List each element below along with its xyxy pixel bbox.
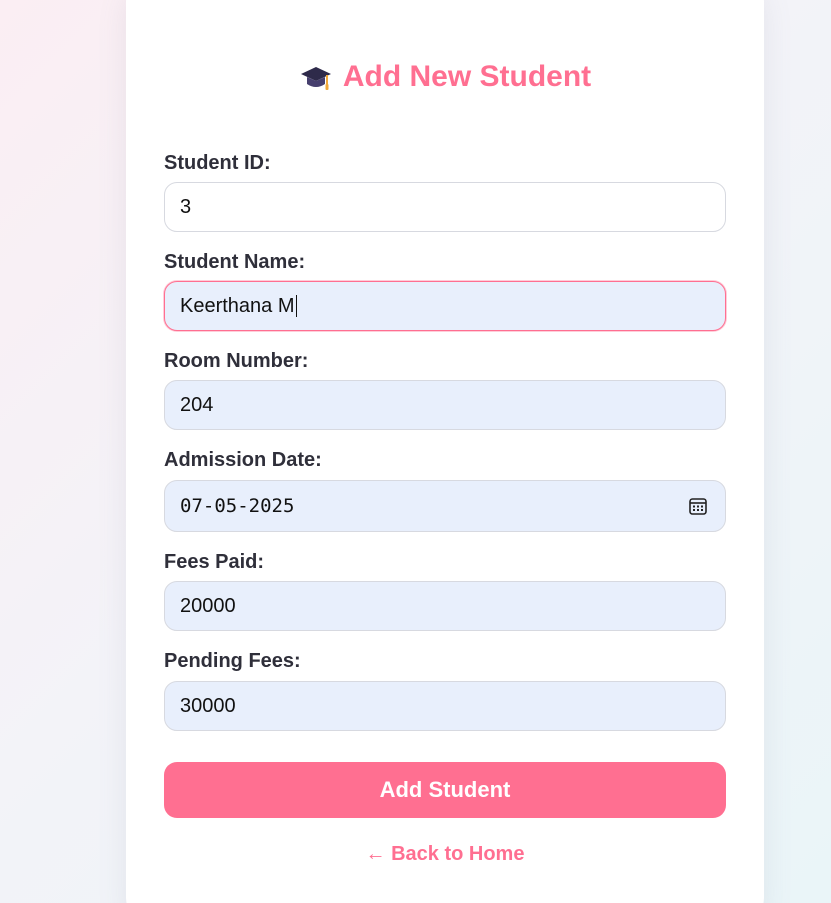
fees-paid-input[interactable]: 20000 xyxy=(164,581,726,631)
text-caret xyxy=(295,295,298,317)
add-student-button[interactable]: Add Student xyxy=(164,762,726,818)
fees-paid-value: 20000 xyxy=(180,594,236,617)
student-id-value: 3 xyxy=(180,195,192,218)
page-title: Add New Student xyxy=(126,57,764,97)
page-title-text: Add New Student xyxy=(342,60,592,93)
room-number-label: Room Number: xyxy=(164,350,309,372)
student-id-label: Student ID: xyxy=(164,152,271,174)
student-name-value: Keerthana M xyxy=(180,294,295,317)
room-number-input[interactable]: 204 xyxy=(164,380,726,430)
student-name-label: Student Name: xyxy=(164,251,306,273)
pending-fees-input[interactable]: 30000 xyxy=(164,681,726,731)
admission-date-value: 07-05-2025 xyxy=(180,495,295,517)
add-student-card: Add New Student Student ID: 3 Student Na… xyxy=(126,0,764,903)
admission-date-input[interactable]: 07-05-2025 xyxy=(164,480,726,532)
back-to-home-link[interactable]: ← Back to Home xyxy=(126,841,764,867)
room-number-value: 204 xyxy=(180,393,214,416)
pending-fees-value: 30000 xyxy=(180,694,236,717)
student-name-input[interactable]: Keerthana M xyxy=(164,281,726,331)
graduation-cap-icon xyxy=(300,67,331,90)
admission-date-label: Admission Date: xyxy=(164,449,322,471)
student-id-input[interactable]: 3 xyxy=(164,182,726,232)
pending-fees-label: Pending Fees: xyxy=(164,650,301,672)
calendar-icon[interactable] xyxy=(688,496,708,516)
fees-paid-label: Fees Paid: xyxy=(164,551,265,573)
